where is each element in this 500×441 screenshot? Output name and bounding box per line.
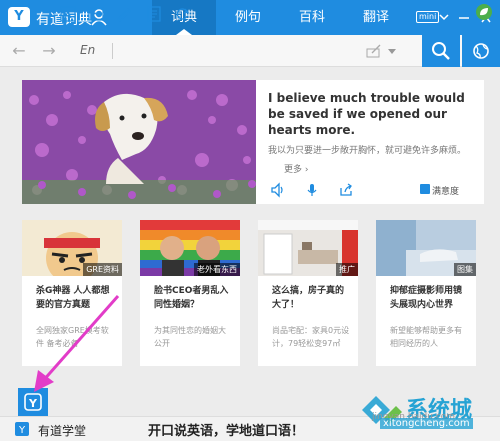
app-logo: Y [8,7,30,27]
image-icon[interactable] [88,6,104,22]
microphone-icon[interactable] [304,182,320,198]
watermark-url: xitongcheng.com [380,418,473,429]
article-thumbnail: 老外看东西 [140,220,240,276]
daily-sentence-cn: 我以为只要进一步敞开胸怀，就可避免许多麻烦。 [268,146,467,156]
article-card[interactable]: 图集 抑郁症摄影师用镜头展现内心世界 新望能够帮助更多有相同经历的人 [376,220,476,366]
card-description: 尚品宅配：家具0元设计，79轻松变97㎡ [272,326,350,348]
card-title: 这么搞，房子真的大了！ [272,286,345,310]
daily-sentence-en: I believe much trouble would be saved if… [268,91,465,137]
article-thumbnail: 推广 [258,220,358,276]
card-tag: GRE资料 [83,263,122,276]
menu-icon[interactable] [438,9,450,25]
article-thumbnail: 图集 [376,220,476,276]
minimize-icon[interactable] [458,9,470,25]
pen-icon[interactable] [116,6,132,22]
satisfaction-label: 满意度 [432,187,460,197]
daily-sentence-image [22,80,256,204]
leaf-icon [480,8,488,16]
speaker-icon[interactable] [270,182,286,198]
more-link[interactable]: 更多 › [284,162,308,175]
banner-slogan: 开口说英语，学地道口语！ [148,424,305,439]
globe-icon [473,43,489,59]
text-icon[interactable]: A [60,6,76,22]
school-logo-icon: Y [15,422,29,436]
svg-text:Y: Y [18,425,26,436]
article-card[interactable]: 老外看东西 脸书CEO者男乱入同性婚姻？ 为其同性恋的婚姻大公开 [140,220,240,366]
card-tag: 老外看东西 [194,263,240,276]
handwriting-icon[interactable] [366,44,382,58]
annotation-arrow-icon [34,295,120,392]
card-description: 新望能够帮助更多有相同经历的人 [390,326,462,348]
article-card[interactable]: 推广 这么搞，房子真的大了！ 尚品宅配：家具0元设计，79轻松变97㎡ [258,220,358,366]
chevron-down-icon[interactable] [388,49,396,54]
tab-encyclopedia[interactable]: 百科 [280,0,344,35]
refresh-icon[interactable] [174,6,190,22]
card-tag: 推广 [336,263,358,276]
tab-examples[interactable]: 例句 [216,0,280,35]
forward-arrow-icon[interactable]: → [40,41,58,61]
note-icon[interactable] [146,6,162,22]
web-search-button[interactable] [462,35,500,67]
search-button[interactable] [422,35,460,67]
card-tag: 图集 [454,263,476,276]
back-arrow-icon[interactable]: ← [10,41,28,61]
mini-mode-button[interactable]: mini [416,11,440,23]
card-title: 脸书CEO者男乱入同性婚姻？ [154,286,229,310]
tab-translate[interactable]: 翻译 [344,0,408,35]
article-thumbnail: GRE资料 [22,220,122,276]
card-description: 为其同性恋的婚姻大公开 [154,326,226,348]
banner-name: 有道学堂 [38,424,87,438]
search-input[interactable] [114,40,360,62]
language-selector[interactable]: En [80,43,95,57]
divider [112,43,113,59]
daily-sentence-card: I believe much trouble would be saved if… [22,80,484,204]
share-icon[interactable] [338,182,354,198]
satisfaction-checkbox[interactable] [420,184,430,194]
svg-text:A: A [65,10,72,21]
card-title: 抑郁症摄影师用镜头展现内心世界 [390,286,463,310]
search-icon [432,42,450,60]
banner-logo-badge[interactable] [476,4,492,20]
